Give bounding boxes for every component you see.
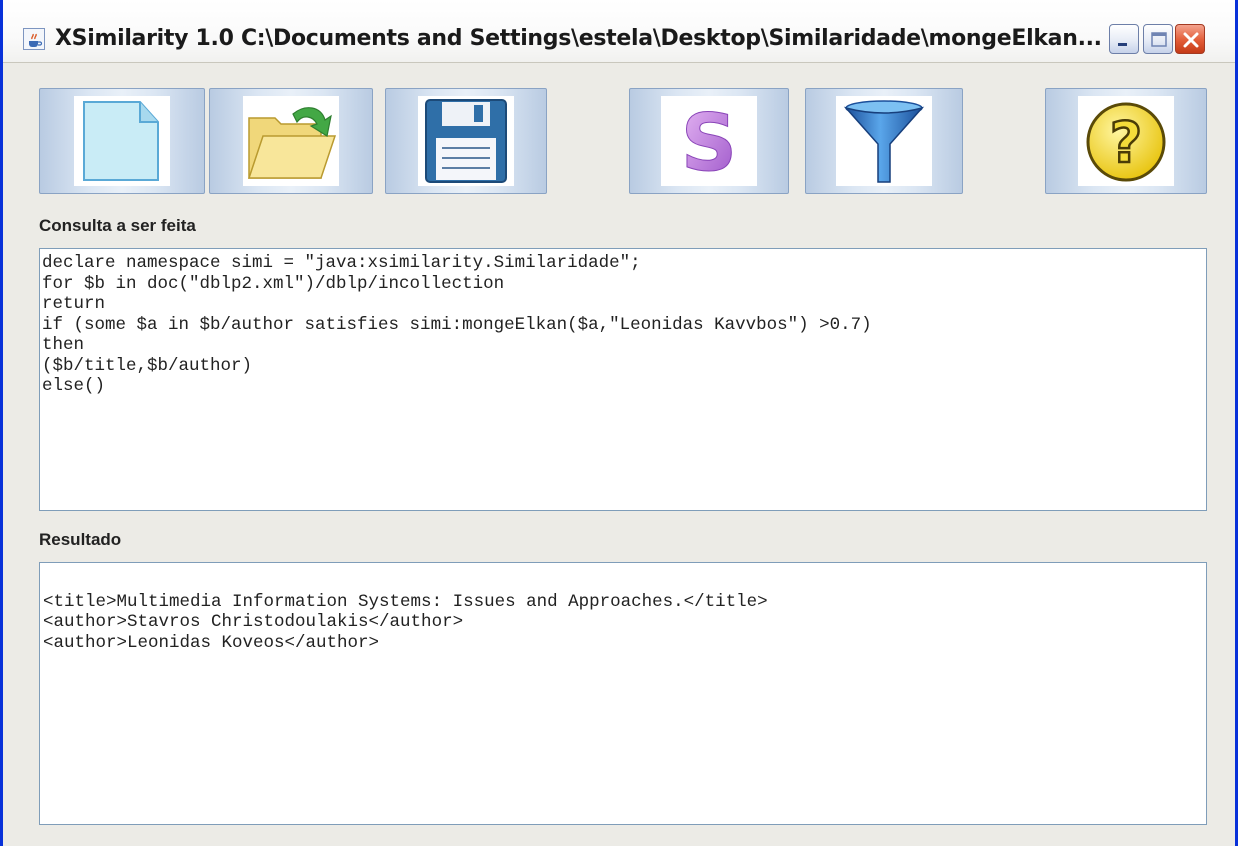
new-file-icon-frame [74,96,170,186]
result-label: Resultado [39,530,122,549]
svg-text:S: S [681,99,737,186]
query-line: ($b/title,$b/author) [42,355,253,376]
window-title: XSimilarity 1.0 C:\Documents and Setting… [55,26,1102,51]
title-bar[interactable]: XSimilarity 1.0 C:\Documents and Setting… [3,0,1235,63]
new-file-icon [83,101,159,181]
result-line: <title>Multimedia Information Systems: I… [43,591,768,612]
result-line: <author>Stavros Christodoulakis</author> [43,612,464,632]
filter-funnel-icon [843,100,925,183]
save-file-button[interactable] [385,88,547,194]
maximize-button[interactable] [1143,24,1173,54]
java-cup-icon [23,28,45,50]
close-icon [1183,32,1199,48]
filter-button[interactable] [805,88,963,194]
filter-funnel-icon-frame [836,96,932,186]
open-folder-icon-frame [243,96,339,186]
result-line [43,571,1206,592]
query-textarea[interactable]: declare namespace simi = "java:xsimilari… [39,248,1207,511]
application-window: XSimilarity 1.0 C:\Documents and Setting… [0,0,1238,846]
query-line: else() [42,376,106,396]
similarity-button[interactable]: S [629,88,789,194]
maximize-icon [1151,32,1167,47]
result-textarea[interactable]: <title>Multimedia Information Systems: I… [39,562,1207,825]
similarity-s-icon-frame: S [661,96,757,190]
save-disk-icon [425,99,507,183]
help-button[interactable]: ? [1045,88,1207,194]
open-file-button[interactable] [209,88,373,194]
close-button[interactable] [1175,24,1205,54]
query-line: then [42,335,85,355]
query-line: return [42,294,106,314]
query-label: Consulta a ser feita [39,216,196,235]
help-question-icon-frame: ? [1078,96,1174,186]
query-line: declare namespace simi = "java:xsimilari… [42,253,641,273]
result-line: <author>Leonidas Koveos</author> [43,632,380,653]
query-line: if (some $a in $b/author satisfies simi:… [42,314,872,335]
similarity-s-icon: S [680,99,737,190]
help-question-icon: ? [1086,102,1166,182]
minimize-button[interactable] [1109,24,1139,54]
new-file-button[interactable] [39,88,205,194]
open-folder-icon [247,107,337,179]
svg-text:?: ? [1110,111,1142,176]
query-line: for $b in doc("dblp2.xml")/dblp/incollec… [42,273,505,294]
minimize-icon [1118,43,1127,46]
save-disk-icon-frame [418,96,514,186]
